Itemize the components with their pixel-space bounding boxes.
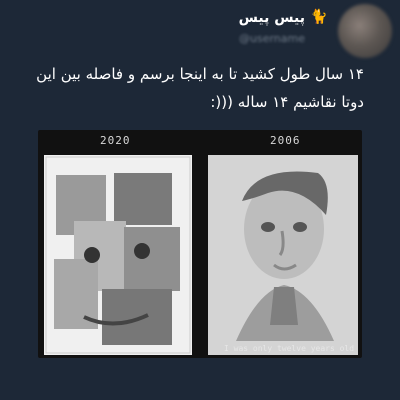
drawing-2006 — [208, 155, 358, 355]
cat-icon: 🐈 — [310, 9, 328, 25]
year-label-2006: 2006 — [270, 134, 301, 147]
user-handle[interactable]: @username — [239, 32, 305, 45]
drawing-2020 — [44, 155, 192, 355]
tweet-image[interactable]: 2020 2006 I was only twelve years old — [38, 130, 362, 358]
tweet-actions-bar — [0, 372, 400, 400]
display-name[interactable]: پیس پیس — [239, 10, 305, 26]
tweet-text: ۱۴ سال طول کشید تا به اینجا برسم و فاصله… — [36, 65, 364, 111]
year-label-2020: 2020 — [100, 134, 131, 147]
avatar[interactable] — [338, 4, 392, 58]
image-caption: I was only twelve years old — [224, 344, 355, 353]
tweet-header: پیس پیس 🐈 @username — [0, 0, 400, 58]
tweet-post: پیس پیس 🐈 @username ۱۴ سال طول کشید تا ب… — [0, 0, 400, 400]
